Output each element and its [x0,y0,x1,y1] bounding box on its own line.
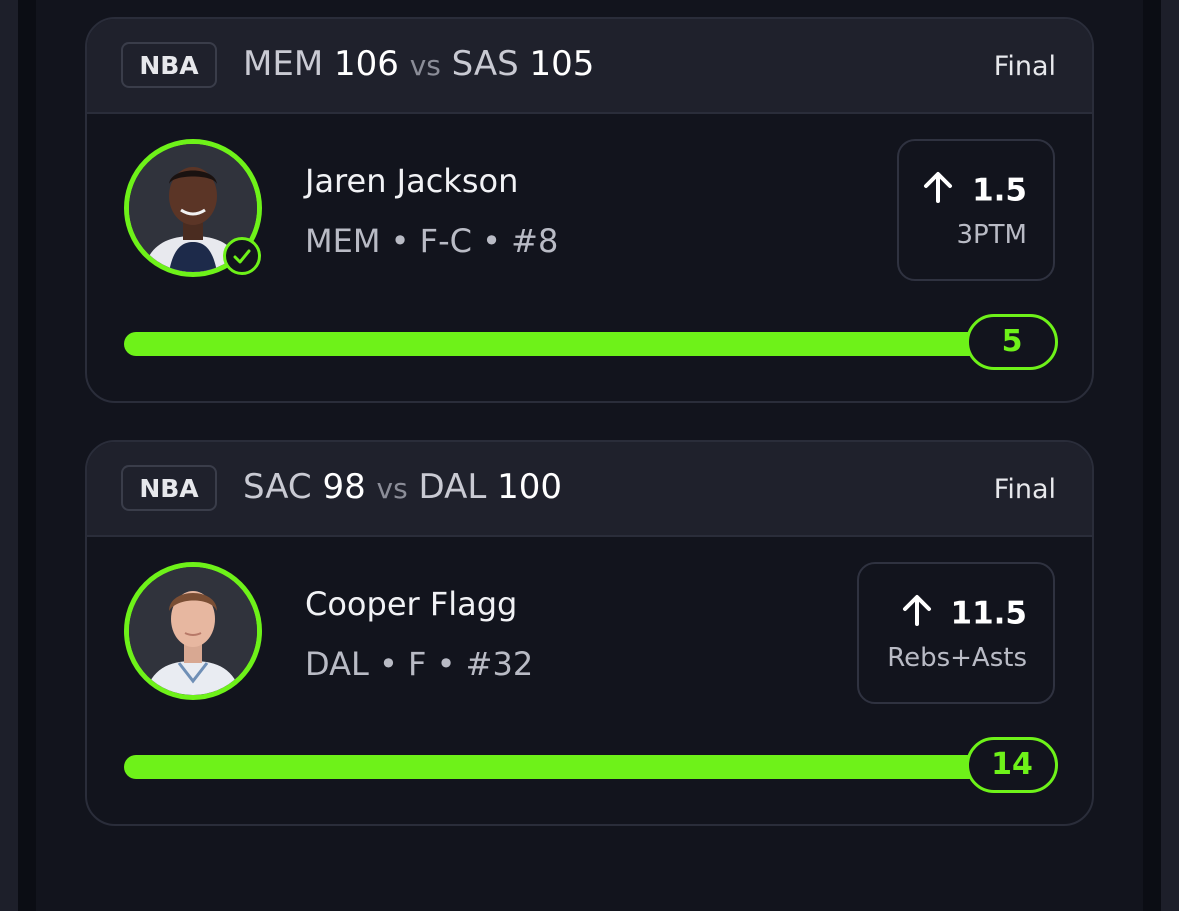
game-status: Final [993,474,1056,505]
prop-card[interactable]: NBA SAC 98 vs DAL 100 Final Cooper Flagg… [85,440,1094,826]
prop-line-box: 1.5 3PTM [897,139,1055,281]
player-photo [129,567,257,695]
vs-separator: vs [409,49,441,82]
player-name: Jaren Jackson [305,162,519,200]
player-meta: DAL • F • #32 [305,645,534,683]
player-name: Cooper Flagg [305,585,518,623]
player-avatar [124,562,262,700]
home-team: SAC [243,467,312,507]
league-badge: NBA [121,465,217,511]
prop-stat-label: 3PTM [956,220,1027,250]
away-team: SAS [451,44,519,84]
left-rail [0,0,18,911]
progress-bar [124,755,1024,779]
league-badge: NBA [121,42,217,88]
card-header: NBA MEM 106 vs SAS 105 Final [87,19,1092,114]
game-status: Final [993,51,1056,82]
prop-line-value: 11.5 [950,595,1028,632]
arrow-up-icon [899,592,935,638]
prop-line-box: 11.5 Rebs+Asts [857,562,1055,704]
prop-line: 11.5 [899,592,1028,638]
progress-value: 14 [966,737,1058,793]
prop-line-value: 1.5 [972,172,1027,209]
progress-bar [124,332,1024,356]
home-score: 106 [333,44,399,84]
game-score: SAC 98 vs DAL 100 [243,464,562,512]
card-header: NBA SAC 98 vs DAL 100 Final [87,442,1092,537]
right-rail [1161,0,1179,911]
progress-value: 5 [966,314,1058,370]
game-score: MEM 106 vs SAS 105 [243,41,594,89]
verified-check-icon [223,237,261,275]
prop-card[interactable]: NBA MEM 106 vs SAS 105 Final Jaren Jacks… [85,17,1094,403]
player-meta: MEM • F-C • #8 [305,222,559,260]
away-score: 105 [529,44,595,84]
away-team: DAL [418,467,487,507]
home-score: 98 [322,467,366,507]
arrow-up-icon [920,169,956,215]
prop-line: 1.5 [920,169,1027,215]
home-team: MEM [243,44,324,84]
prop-stat-label: Rebs+Asts [887,643,1027,673]
away-score: 100 [497,467,563,507]
vs-separator: vs [376,472,408,505]
